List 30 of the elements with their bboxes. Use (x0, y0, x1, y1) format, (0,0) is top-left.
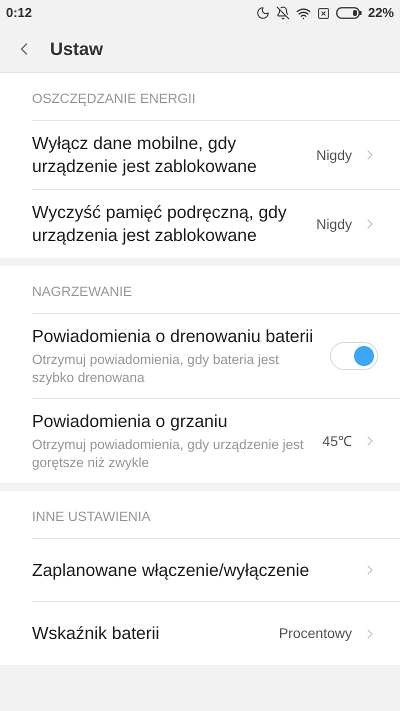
setting-row[interactable]: Wyłącz dane mobilne, gdy urządzenie jest zablokowane Nigdy (32, 121, 400, 190)
section-header: OSZCZĘDZANIE ENERGII (32, 91, 196, 106)
setting-subtitle: Otrzymuj powiadomienia, gdy bateria jest szybko drenowana (32, 351, 280, 387)
section-header: NAGRZEWANIE (32, 284, 132, 299)
status-time: 0:12 (6, 4, 32, 22)
setting-row[interactable]: Powiadomienia o drenowaniu baterii Otrzymuj powiadomienia, gdy bateria jest szybko drenowana (32, 314, 400, 399)
setting-row[interactable]: Zaplanowane włączenie/wyłączenie (32, 539, 400, 602)
setting-value: Nigdy (316, 214, 352, 234)
battery-icon (336, 7, 362, 19)
sim-icon (316, 6, 330, 20)
setting-title: Powiadomienia o grzaniu (32, 410, 229, 433)
setting-title: Wyczyść pamięć podręczną, gdy urządzenia jest zablokowane (32, 201, 288, 247)
setting-value: 45℃ (322, 432, 352, 450)
setting-title: Wyłącz dane mobilne, gdy urządzenie jest zablokowane (32, 132, 258, 178)
page-title: Ustaw (50, 38, 104, 60)
setting-subtitle: Otrzymuj powiadomienia, gdy urządzenie jest gorętsze niż zwykle (32, 436, 305, 472)
setting-row[interactable]: Wskaźnik baterii Procentowy (32, 602, 400, 665)
wifi-icon (296, 6, 311, 20)
battery-percent: 22% (368, 4, 394, 22)
setting-value: Nigdy (316, 146, 352, 165)
setting-title: Wskaźnik baterii (32, 622, 160, 645)
moon-icon (256, 6, 270, 20)
setting-row[interactable]: Powiadomienia o grzaniu Otrzymuj powiadomienia, gdy urządzenie jest gorętsze niż zwykle 45℃ (32, 399, 400, 483)
setting-title: Zaplanowane włączenie/wyłączenie (32, 558, 310, 582)
toggle-switch[interactable] (330, 342, 378, 370)
setting-value: Procentowy (278, 624, 352, 643)
setting-row[interactable]: Wyczyść pamięć podręczną, gdy urządzenia jest zablokowane Nigdy (32, 190, 400, 258)
bell-off-icon (276, 6, 290, 20)
setting-title: Powiadomienia o drenowaniu baterii (32, 325, 314, 348)
section-header: INNE USTAWIENIA (32, 509, 151, 524)
